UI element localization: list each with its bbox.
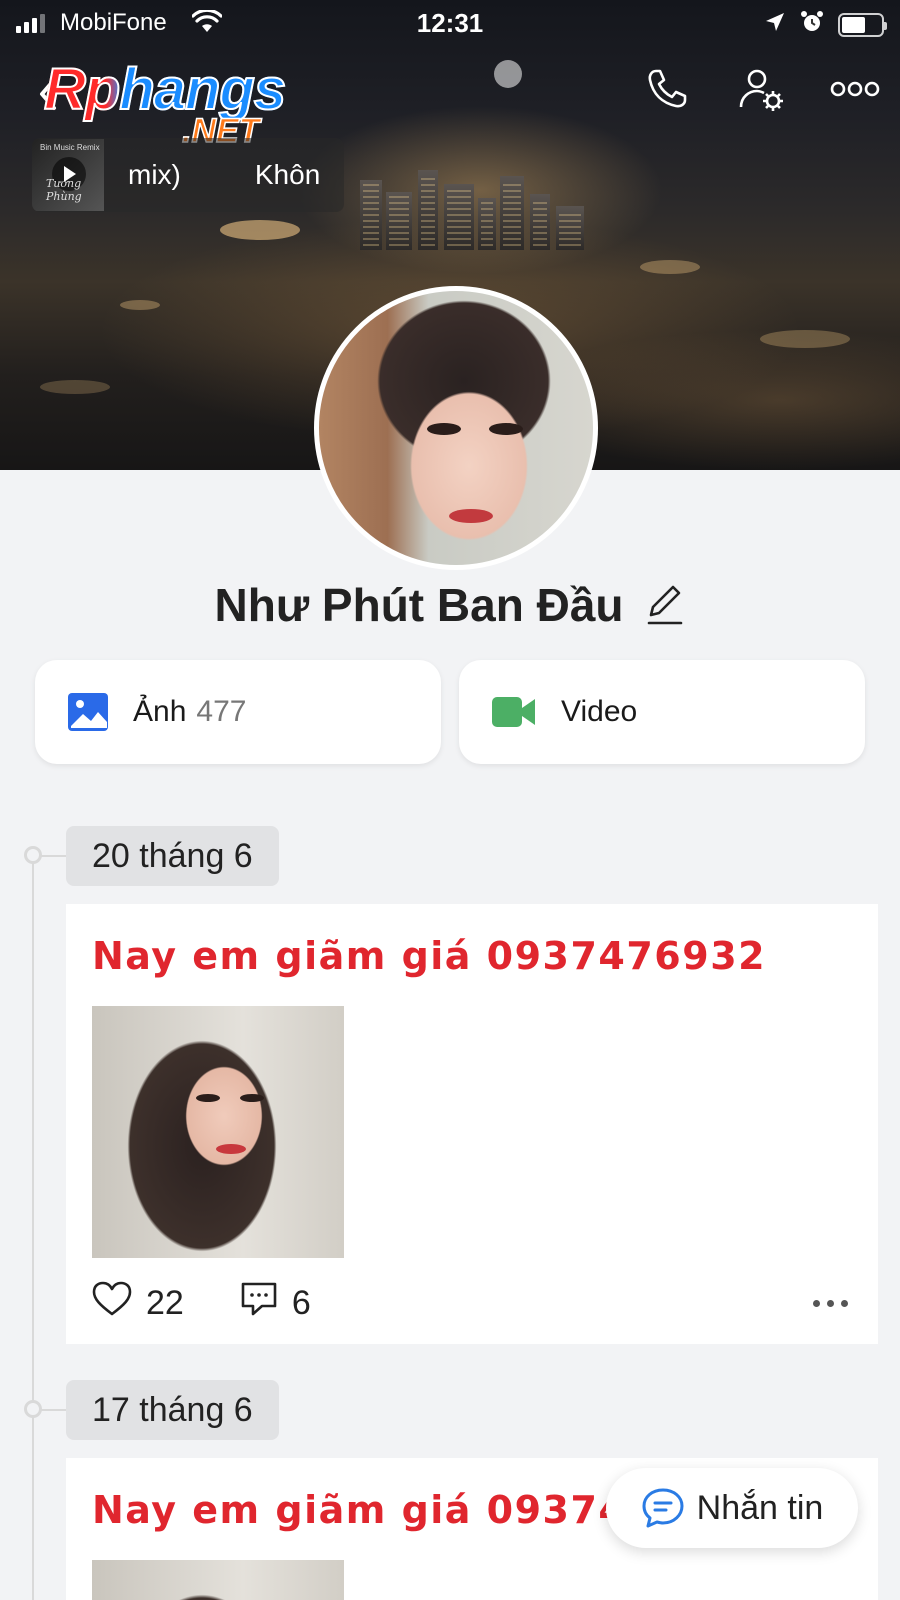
post-text: Nay em giãm giá 0937476932 xyxy=(92,934,767,978)
profile-name: Như Phút Ban Đầu xyxy=(214,579,624,631)
phone-icon xyxy=(648,69,687,108)
music-thumbnail: Bin Music Remix Tương Phùng xyxy=(32,139,104,211)
profile-avatar[interactable] xyxy=(314,286,598,570)
photos-count: 477 xyxy=(196,695,247,728)
videos-label: Video xyxy=(561,695,638,728)
send-message-button[interactable]: Nhắn tin xyxy=(606,1468,858,1548)
like-button[interactable] xyxy=(92,1281,132,1326)
comment-icon xyxy=(241,1282,277,1316)
alarm-icon xyxy=(800,10,824,39)
timeline-line xyxy=(32,856,34,1600)
firework xyxy=(494,60,522,88)
post-text: Nay em giãm giá 0937476 xyxy=(92,1488,683,1532)
music-title-part-a: mix) xyxy=(128,159,181,190)
edit-name-button[interactable] xyxy=(645,581,685,630)
timeline-date: 20 tháng 6 xyxy=(66,826,279,886)
location-arrow-icon xyxy=(764,11,786,38)
timeline-post[interactable]: Nay em giãm giá 0937476932 22 6 xyxy=(66,904,878,1344)
music-thumb-script: Tương Phùng xyxy=(46,177,82,203)
music-title-part-b: Khôn xyxy=(254,159,321,190)
status-bar: MobiFone 12:31 xyxy=(0,0,900,44)
timeline-date: 17 tháng 6 xyxy=(66,1380,279,1440)
chat-bubble-icon xyxy=(642,1488,684,1528)
photos-label: Ảnh xyxy=(133,695,187,728)
profile-music-player[interactable]: Bin Music Remix Tương Phùng mix) Khôn xyxy=(32,138,344,212)
comment-count: 6 xyxy=(291,1284,311,1322)
more-horizontal-icon xyxy=(830,81,880,97)
music-thumb-caption: Bin Music Remix xyxy=(40,143,100,152)
more-options-button[interactable] xyxy=(830,64,880,114)
pencil-icon xyxy=(648,585,683,624)
post-photo[interactable] xyxy=(92,1560,344,1600)
post-photo[interactable] xyxy=(92,1006,344,1258)
battery-icon xyxy=(838,12,887,37)
user-settings-icon xyxy=(739,69,783,111)
post-more-button[interactable] xyxy=(813,1300,848,1307)
profile-settings-button[interactable] xyxy=(736,64,786,114)
video-camera-icon xyxy=(492,697,535,727)
comment-button[interactable] xyxy=(240,1280,278,1327)
photo-icon xyxy=(68,693,108,731)
heart-icon xyxy=(92,1281,132,1316)
call-button[interactable] xyxy=(642,64,692,114)
music-title-marquee: mix) Khôn xyxy=(104,159,344,191)
videos-button[interactable]: Video xyxy=(459,660,865,764)
like-count: 22 xyxy=(146,1284,184,1322)
photos-button[interactable]: Ảnh 477 xyxy=(35,660,441,764)
send-message-label: Nhắn tin xyxy=(696,1488,824,1527)
